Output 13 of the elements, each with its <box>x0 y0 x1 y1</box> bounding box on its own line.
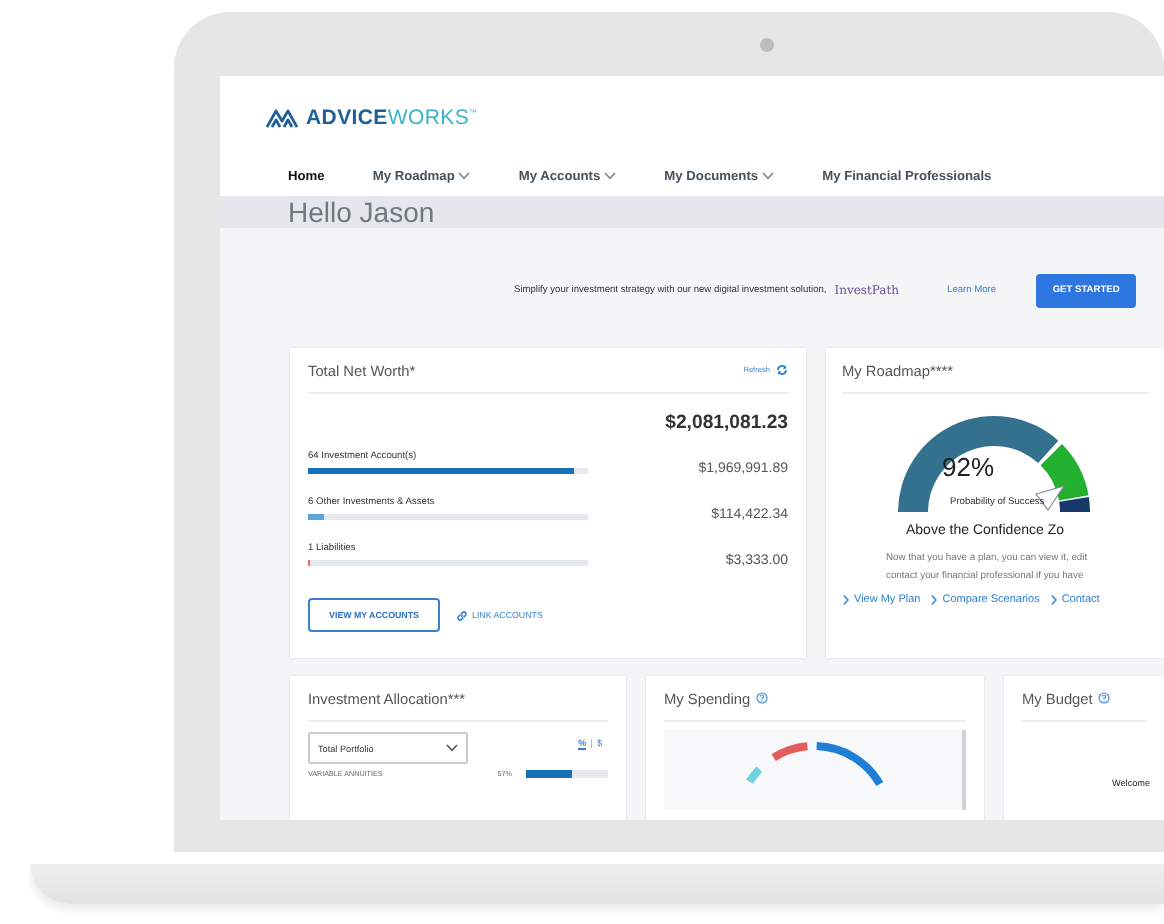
help-icon[interactable] <box>1098 692 1111 704</box>
mountain-logo-icon <box>266 108 298 128</box>
chevron-right-icon <box>842 594 850 606</box>
percent-value: 92% <box>942 452 995 482</box>
chevron-down-icon <box>446 744 458 752</box>
total-amount: $2,081,081.23 <box>663 412 788 438</box>
greeting-text: Hello Jason <box>288 196 435 228</box>
chevron-right-icon <box>930 594 939 606</box>
camera-icon <box>760 38 774 52</box>
chevron-right-icon <box>1049 594 1058 606</box>
help-icon[interactable] <box>756 692 769 704</box>
refresh-icon <box>776 364 788 376</box>
chain-link-icon <box>456 609 468 621</box>
